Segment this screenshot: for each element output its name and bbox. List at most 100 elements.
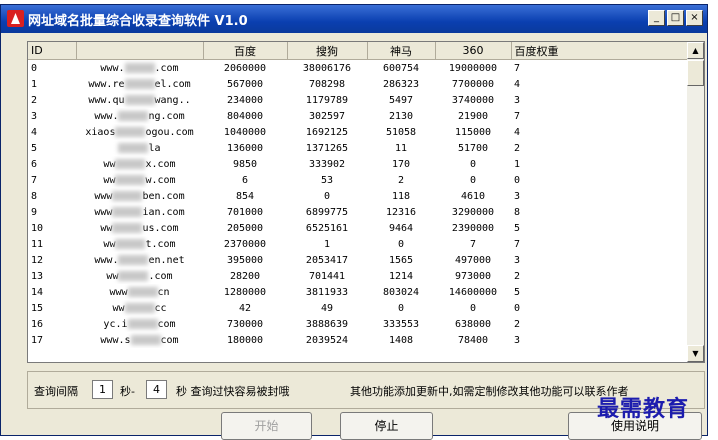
cell-baidu-weight: 2 — [514, 318, 521, 330]
table-row[interactable]: 5 la 136000 1371265 11 51700 2 — [28, 140, 688, 156]
title-bar[interactable]: 网址域名批量综合收录查询软件 V1.0 _ □ × — [1, 5, 707, 33]
vertical-scrollbar[interactable]: ▲ ▼ — [687, 42, 704, 362]
maximize-button[interactable]: □ — [667, 10, 684, 26]
column-header-shenma[interactable]: 神马 — [367, 42, 436, 60]
cell-id: 4 — [31, 126, 38, 138]
cell-sogou: 38006176 — [302, 62, 352, 74]
domain-prefix: www.qu — [88, 94, 125, 106]
cell-baidu: 1280000 — [223, 286, 267, 298]
cell-shenma: 170 — [391, 158, 411, 170]
cell-360: 3740000 — [451, 94, 495, 106]
cell-shenma: 2 — [397, 174, 405, 186]
cell-domain: ww cc — [76, 300, 203, 316]
cell-id: 16 — [31, 318, 44, 330]
cell-domain: www cn — [76, 284, 203, 300]
cell-shenma: 118 — [391, 190, 411, 202]
redaction-blur — [127, 286, 158, 297]
cell-domain: la — [76, 140, 203, 156]
cell-shenma: 11 — [394, 142, 408, 154]
minimize-button[interactable]: _ — [648, 10, 665, 26]
interval-label: 查询间隔 — [34, 385, 78, 398]
column-header-sogou[interactable]: 搜狗 — [287, 42, 368, 60]
cell-shenma: 600754 — [382, 62, 420, 74]
table-row[interactable]: 15 ww cc 42 49 0 0 0 — [28, 300, 688, 316]
cell-360: 638000 — [454, 318, 492, 330]
cell-baidu: 9850 — [232, 158, 258, 170]
cell-360: 51700 — [457, 142, 489, 154]
interval-max-input[interactable]: 4 — [146, 380, 167, 399]
cell-baidu-weight: 7 — [514, 110, 521, 122]
cell-id: 9 — [31, 206, 38, 218]
cell-sogou: 0 — [323, 190, 331, 202]
table-row[interactable]: 8 www ben.com 854 0 118 4610 3 — [28, 188, 688, 204]
cell-360: 497000 — [454, 254, 492, 266]
close-button[interactable]: × — [686, 10, 703, 26]
table-row[interactable]: 1 www.re el.com 567000 708298 286323 7700000 4 — [28, 76, 688, 92]
domain-suffix: cn — [157, 286, 170, 298]
domain-suffix: ng.com — [148, 110, 185, 122]
cell-domain: ww t.com — [76, 236, 203, 252]
domain-prefix: www — [94, 206, 113, 218]
cell-id: 2 — [31, 94, 38, 106]
cell-domain: www. en.net — [76, 252, 203, 268]
domain-prefix: ww — [103, 238, 116, 250]
app-window: 网址域名批量综合收录查询软件 V1.0 _ □ × ID 百度 搜狗 神马 36… — [0, 4, 708, 436]
interval-min-input[interactable]: 1 — [92, 380, 113, 399]
cell-domain: www.qu wang.. — [76, 92, 203, 108]
domain-suffix: en.net — [148, 254, 185, 266]
cell-shenma: 5497 — [388, 94, 414, 106]
table-row[interactable]: 6 ww x.com 9850 333902 170 0 1 — [28, 156, 688, 172]
watermark-text: 最需教育 — [597, 396, 690, 422]
cell-sogou: 3811933 — [305, 286, 349, 298]
domain-suffix: w.com — [145, 174, 176, 186]
table-row[interactable]: 12 www. en.net 395000 2053417 1565 497000 3 — [28, 252, 688, 268]
cell-id: 12 — [31, 254, 44, 266]
cell-360: 7 — [469, 238, 477, 250]
column-header-360[interactable]: 360 — [435, 42, 512, 60]
cell-id: 10 — [31, 222, 44, 234]
redaction-blur — [118, 110, 149, 121]
cell-domain: www. .com — [76, 60, 203, 77]
domain-suffix: wang.. — [154, 94, 191, 106]
domain-prefix: xiaos — [85, 126, 116, 138]
domain-prefix: ww — [106, 270, 119, 282]
column-header-baidu-weight[interactable]: 百度权重 — [511, 42, 689, 60]
scroll-down-icon[interactable]: ▼ — [687, 345, 704, 362]
domain-suffix: .com — [148, 270, 173, 282]
table-row[interactable]: 4 xiaos ogou.com 1040000 1692125 51058 115000 4 — [28, 124, 688, 140]
cell-shenma: 803024 — [382, 286, 420, 298]
redaction-blur — [112, 190, 143, 201]
cell-domain: ww .com — [76, 268, 203, 284]
results-table[interactable]: ID 百度 搜狗 神马 360 百度权重 0 www. .com 2060000 380… — [27, 41, 705, 363]
cell-domain: www ian.com — [76, 204, 203, 220]
table-row[interactable]: 11 ww t.com 2370000 1 0 7 7 — [28, 236, 688, 252]
table-row[interactable]: 17 www.s com 180000 2039524 1408 78400 3 — [28, 332, 688, 348]
table-row[interactable]: 3 www. ng.com 804000 302597 2130 21900 7 — [28, 108, 688, 124]
redaction-blur — [118, 142, 149, 153]
domain-prefix: www — [94, 190, 113, 202]
scroll-up-icon[interactable]: ▲ — [687, 42, 704, 59]
cell-360: 78400 — [457, 334, 489, 346]
table-row[interactable]: 0 www. .com 2060000 38006176 600754 19000000 7 — [28, 60, 688, 77]
table-row[interactable]: 10 ww us.com 205000 6525161 9464 2390000 5 — [28, 220, 688, 236]
scroll-thumb[interactable] — [687, 60, 704, 86]
domain-suffix: com — [160, 334, 179, 346]
table-row[interactable]: 16 yc.i com 730000 3888639 333553 638000 2 — [28, 316, 688, 332]
cell-baidu: 136000 — [226, 142, 264, 154]
cell-baidu: 854 — [235, 190, 255, 202]
domain-prefix: ww — [112, 302, 125, 314]
table-row[interactable]: 9 www ian.com 701000 6899775 12316 3290000 8 — [28, 204, 688, 220]
redaction-blur — [118, 254, 149, 265]
cell-baidu-weight: 2 — [514, 142, 521, 154]
table-row[interactable]: 2 www.qu wang.. 234000 1179789 5497 3740000 3 — [28, 92, 688, 108]
column-header-baidu[interactable]: 百度 — [203, 42, 288, 60]
cell-sogou: 302597 — [308, 110, 346, 122]
table-row[interactable]: 14 www cn 1280000 3811933 803024 14600000 5 — [28, 284, 688, 300]
column-header-domain[interactable] — [76, 42, 204, 60]
cell-baidu-weight: 1 — [514, 158, 521, 170]
table-row[interactable]: 7 ww w.com 6 53 2 0 0 — [28, 172, 688, 188]
redaction-blur — [115, 158, 146, 169]
table-row[interactable]: 13 ww .com 28200 701441 1214 973000 2 — [28, 268, 688, 284]
column-header-id[interactable]: ID — [28, 42, 77, 60]
redaction-blur — [124, 62, 155, 73]
